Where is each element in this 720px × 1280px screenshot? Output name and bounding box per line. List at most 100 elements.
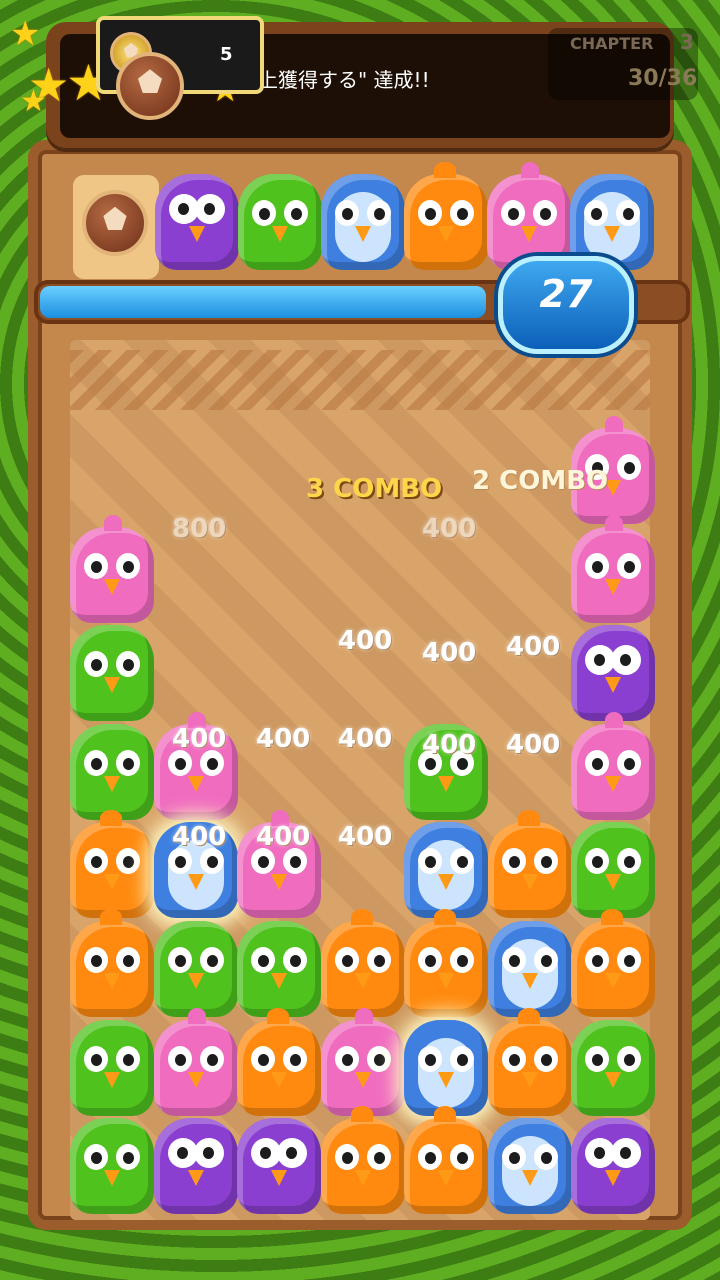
bird-tile-purple[interactable] — [154, 1118, 238, 1214]
bird-beak — [522, 1170, 538, 1186]
bird-tile-purple[interactable] — [571, 1118, 655, 1214]
bird-tile-pink[interactable] — [154, 1008, 238, 1116]
bird-eye — [200, 1046, 224, 1072]
bird-beak — [188, 973, 204, 989]
score-popup: 400 — [422, 730, 477, 760]
bird-beak — [355, 226, 371, 242]
bird-eye — [611, 1138, 641, 1168]
bird-eye — [283, 947, 307, 973]
bird-tile-green[interactable] — [154, 921, 238, 1017]
bird-tile-orange[interactable] — [70, 810, 154, 918]
bird-tile-orange[interactable] — [321, 1106, 405, 1214]
score-popup: 400 — [338, 822, 393, 852]
bird-tile-orange[interactable] — [237, 1008, 321, 1116]
bird-tile-orange[interactable] — [488, 1008, 572, 1116]
bird-beak — [104, 1170, 120, 1186]
bird-eye — [450, 1046, 474, 1072]
bird-eye — [585, 1046, 609, 1072]
bird-tile-pink[interactable] — [321, 1008, 405, 1116]
bird-tile-orange[interactable] — [488, 810, 572, 918]
bird-beak — [104, 677, 120, 693]
bird-tile-orange[interactable] — [404, 1106, 488, 1214]
score-popup: 400 — [506, 730, 561, 760]
bird-tile-green[interactable] — [70, 1118, 154, 1214]
timer-value: 27 — [539, 272, 593, 316]
bird-eye — [585, 750, 609, 776]
bird-eye — [534, 848, 558, 874]
score-popup: 400 — [256, 822, 311, 852]
bird-eye — [585, 848, 609, 874]
bird-beak — [188, 874, 204, 890]
chapter-progress: 30/36 — [628, 66, 698, 91]
bird-tile-pink[interactable] — [70, 515, 154, 623]
bird-eye — [502, 1046, 526, 1072]
bird-eye — [418, 848, 442, 874]
bird-tile-green[interactable] — [70, 724, 154, 820]
bird-beak — [355, 1170, 371, 1186]
bird-tile-blue[interactable] — [404, 1020, 488, 1116]
bird-beak — [605, 677, 621, 693]
bird-eye — [251, 947, 275, 973]
score-popup: 400 — [422, 638, 477, 668]
bird-beak — [271, 1072, 287, 1088]
bird-tile-orange[interactable] — [321, 909, 405, 1017]
owl-medal-icon[interactable] — [116, 52, 184, 120]
bird-beak — [438, 973, 454, 989]
bird-beak — [521, 226, 537, 242]
bird-eye — [502, 947, 526, 973]
bird-eye — [534, 1144, 558, 1170]
bird-tile-blue[interactable] — [404, 822, 488, 918]
bird-beak — [438, 776, 454, 792]
score-popup: 800 — [172, 514, 227, 544]
score-popup: 400 — [172, 724, 227, 754]
bird-tile-pink[interactable] — [571, 712, 655, 820]
bird-tile-green[interactable] — [70, 625, 154, 721]
bird-beak — [272, 226, 288, 242]
target-bird-blue — [321, 174, 405, 270]
bird-beak — [605, 973, 621, 989]
star-icon: ★ — [20, 84, 47, 119]
bird-eye — [335, 1144, 359, 1170]
bird-tile-pink[interactable] — [571, 515, 655, 623]
bird-eye — [116, 947, 140, 973]
bird-eye — [84, 848, 108, 874]
bird-beak — [355, 1072, 371, 1088]
star-icon: ★ — [10, 14, 41, 54]
bird-tile-purple[interactable] — [237, 1118, 321, 1214]
bird-eye — [84, 553, 108, 579]
bird-eye — [617, 848, 641, 874]
bird-tile-orange[interactable] — [70, 909, 154, 1017]
score-popup: 400 — [172, 822, 227, 852]
bird-eye — [533, 200, 557, 226]
bird-eye — [450, 947, 474, 973]
bird-eye — [502, 848, 526, 874]
bird-beak — [522, 973, 538, 989]
bird-tile-blue[interactable] — [488, 921, 572, 1017]
bird-beak — [438, 874, 454, 890]
bird-tile-green[interactable] — [237, 921, 321, 1017]
bird-eye — [168, 1046, 192, 1072]
bird-beak — [188, 1072, 204, 1088]
bird-tile-green[interactable] — [571, 1020, 655, 1116]
bird-eye — [116, 651, 140, 677]
bird-eye — [194, 1138, 224, 1168]
bird-eye — [584, 200, 608, 226]
board-zigzag-border — [70, 350, 650, 410]
bird-eye — [418, 1144, 442, 1170]
score-popup: 400 — [256, 724, 311, 754]
bird-tile-blue[interactable] — [488, 1118, 572, 1214]
bird-eye — [335, 947, 359, 973]
target-bird-purple — [155, 174, 239, 270]
bird-tile-green[interactable] — [571, 822, 655, 918]
owl-medal-icon — [82, 190, 148, 256]
mission-text: 上獲得する" 達成!! — [258, 68, 430, 92]
bird-eye — [84, 651, 108, 677]
bird-beak — [605, 874, 621, 890]
bird-tile-orange[interactable] — [404, 909, 488, 1017]
bird-tile-purple[interactable] — [571, 625, 655, 721]
timer-bar-fill — [40, 286, 486, 318]
bird-beak — [605, 579, 621, 595]
bird-tile-green[interactable] — [70, 1020, 154, 1116]
bird-eye — [450, 1144, 474, 1170]
bird-tile-orange[interactable] — [571, 909, 655, 1017]
